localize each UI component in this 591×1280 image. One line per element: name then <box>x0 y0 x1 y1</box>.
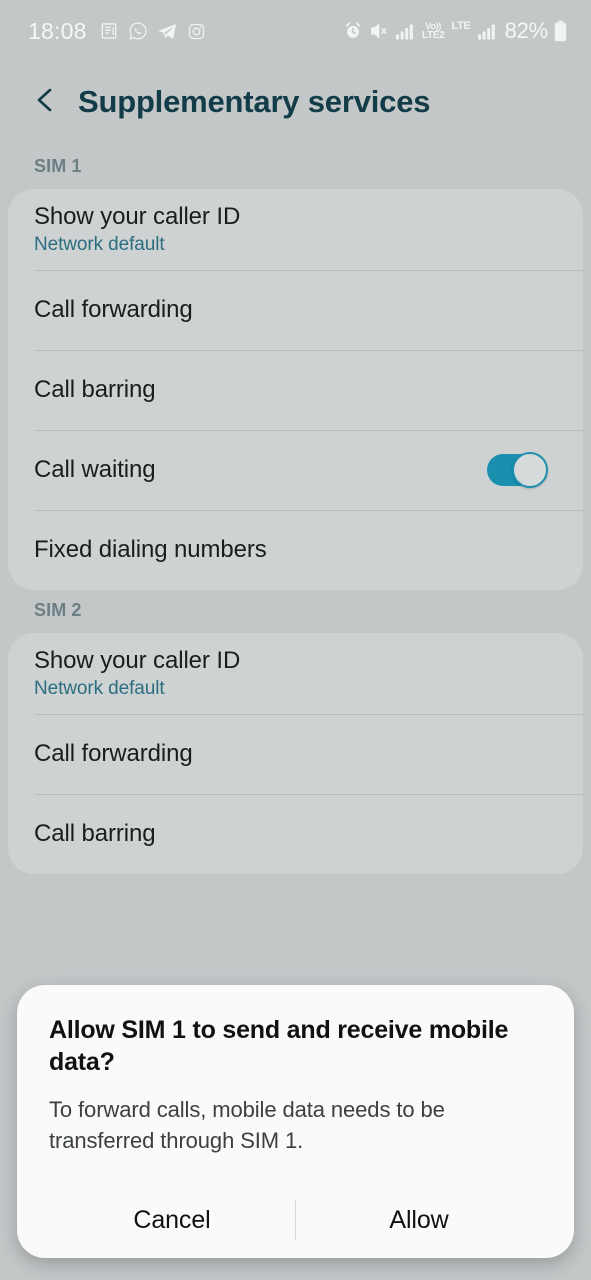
chevron-left-icon <box>32 85 58 120</box>
whatsapp-icon <box>128 21 148 41</box>
status-bar-left: 18:08 <box>28 18 206 45</box>
dialog-actions: Cancel Allow <box>49 1182 542 1258</box>
cancel-button[interactable]: Cancel <box>49 1182 295 1258</box>
list-item-title: Call waiting <box>34 456 156 483</box>
dialog-body: To forward calls, mobile data needs to b… <box>49 1097 445 1154</box>
news-icon <box>99 21 119 41</box>
volte2-icon: Vo)) LTE2 <box>421 20 445 41</box>
instagram-icon <box>187 22 206 41</box>
list-item-subtitle: Network default <box>34 678 165 699</box>
list-item-title: Show your caller ID <box>34 203 241 230</box>
section-label-sim-2: SIM 2 <box>34 600 82 620</box>
section-label-sim-1: SIM 1 <box>34 156 82 176</box>
mobile-data-permission-dialog: Allow SIM 1 to send and receive mobile d… <box>17 985 574 1259</box>
call-waiting-toggle[interactable] <box>487 452 548 488</box>
list-item-fixed-dialing-numbers[interactable]: Fixed dialing numbers <box>8 510 583 590</box>
mute-icon <box>369 21 389 41</box>
list-item-call-barring[interactable]: Call barring <box>8 794 583 874</box>
section-sim-2: SIM 2 Show your caller ID Network defaul… <box>0 590 591 874</box>
list-item-title: Call forwarding <box>34 296 193 323</box>
list-item-call-forwarding[interactable]: Call forwarding <box>8 270 583 350</box>
list-item-title: Call barring <box>34 820 156 847</box>
lte-icon: LTE ↓↑ <box>451 20 471 42</box>
settings-card-sim-1: Show your caller ID Network default Call… <box>8 189 583 590</box>
list-item-call-barring[interactable]: Call barring <box>8 350 583 430</box>
allow-button[interactable]: Allow <box>296 1182 542 1258</box>
status-bar-right: Vo)) LTE2 LTE ↓↑ 82% <box>343 18 567 44</box>
list-item-call-forwarding[interactable]: Call forwarding <box>8 714 583 794</box>
signal-bars-icon <box>395 22 415 40</box>
list-item-show-caller-id[interactable]: Show your caller ID Network default <box>8 189 583 270</box>
signal-bars-icon <box>477 22 497 40</box>
alarm-icon <box>343 21 363 41</box>
list-item-show-caller-id[interactable]: Show your caller ID Network default <box>8 633 583 714</box>
settings-card-sim-2: Show your caller ID Network default Call… <box>8 633 583 874</box>
toggle-knob <box>512 452 548 488</box>
back-button[interactable] <box>28 85 62 119</box>
telegram-icon <box>157 21 178 42</box>
list-item-title: Call forwarding <box>34 740 193 767</box>
list-item-subtitle: Network default <box>34 234 165 255</box>
list-item-title: Call barring <box>34 376 156 403</box>
list-item-call-waiting[interactable]: Call waiting <box>8 430 583 510</box>
page-header: Supplementary services <box>0 62 591 146</box>
list-item-title: Show your caller ID <box>34 647 241 674</box>
section-sim-1: SIM 1 Show your caller ID Network defaul… <box>0 146 591 590</box>
battery-icon <box>554 20 567 42</box>
phone-screen: 18:08 Vo)) LTE2 LTE ↓↑ 82% Supplementary… <box>0 0 591 1280</box>
battery-percent-label: 82% <box>504 18 549 43</box>
list-item-title: Fixed dialing numbers <box>34 536 267 563</box>
status-bar: 18:08 Vo)) LTE2 LTE ↓↑ 82% <box>0 0 591 62</box>
dialog-title: Allow SIM 1 to send and receive mobile d… <box>49 1016 509 1076</box>
status-bar-clock: 18:08 <box>28 17 87 44</box>
page-title: Supplementary services <box>78 84 431 119</box>
